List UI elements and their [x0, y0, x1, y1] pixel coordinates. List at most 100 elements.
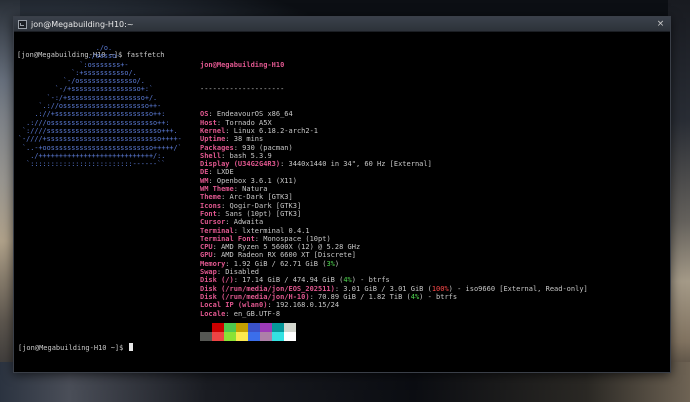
logo-line: `:+sssssssssso/. [18, 68, 137, 77]
info-value: Natura [242, 185, 268, 194]
distro-logo-ascii: ./o. ./sssso- `:osssssss+- `:+ssssssssss… [18, 44, 182, 168]
info-value: en_GB.UTF-8 [233, 309, 281, 318]
usage-percent: 3% [326, 259, 335, 268]
logo-line: ./sssso- [18, 52, 121, 61]
info-separator: -------------------- [200, 85, 285, 94]
prompt-text: [jon@Megabuilding-H10 ~]$ [18, 344, 128, 352]
info-value: 17.14 GiB / 474.94 GiB ( [242, 276, 344, 285]
info-key: Swap [200, 268, 217, 277]
info-row: Kernel: Linux 6.18.2-arch2-1 [200, 126, 319, 135]
close-icon[interactable]: × [655, 19, 666, 30]
prompt[interactable]: [jon@Megabuilding-H10 ~]$ [18, 343, 133, 352]
info-value: 192.168.0.15/24 [275, 301, 340, 310]
color-swatch [260, 332, 272, 341]
info-value: Qogir-Dark [GTK3] [229, 201, 302, 210]
info-value: 38 mins [233, 135, 264, 144]
color-swatch [236, 323, 248, 332]
info-key: Packages [200, 143, 234, 152]
color-swatch [212, 323, 224, 332]
info-row: WM Theme: Natura [200, 185, 268, 194]
info-key: Uptime [200, 135, 226, 144]
info-row: Swap: Disabled [200, 268, 260, 277]
info-key: Shell [200, 151, 222, 160]
color-swatch [272, 332, 284, 341]
logo-line: .://+ssssssssssssssssssssssso++: [18, 110, 166, 119]
logo-line: ./++++++++++++++++++++++++++++/:. [18, 151, 166, 160]
info-row: Cursor: Adwaita [200, 218, 264, 227]
color-swatch [236, 332, 248, 341]
info-row: Disk (/run/media/jon/H-10): 70.89 GiB / … [200, 292, 458, 301]
info-value: bash 5.3.9 [229, 151, 272, 160]
color-swatch [200, 323, 212, 332]
info-value: Adwaita [233, 218, 264, 227]
terminal-window[interactable]: jon@Megabuilding-H10:~ × [jon@Megabuildi… [13, 16, 671, 373]
info-row: Host: Tornado A5X [200, 118, 272, 127]
info-value: Disabled [225, 268, 260, 277]
info-row: Locale: en_GB.UTF-8 [200, 309, 281, 318]
info-row: Terminal Font: Monospace (10pt) [200, 234, 331, 243]
info-value: 3440x1440 in 34", 60 Hz [External] [288, 160, 432, 169]
logo-line: `-/ossssssssssssso/. [18, 77, 145, 86]
logo-line: `-////+ssssssssssssssssssssssssssso++++- [18, 135, 182, 144]
info-key: GPU [200, 251, 213, 260]
color-swatch [224, 332, 236, 341]
info-key: Terminal [200, 226, 234, 235]
info-row: Memory: 1.92 GiB / 62.71 GiB (3%) [200, 259, 340, 268]
info-row: OS: EndeavourOS x86_64 [200, 110, 293, 119]
logo-line: `-:/+sssssssssssssssssso+/. [18, 93, 158, 102]
info-value: AMD Ryzen 5 5600X (12) @ 5.28 GHz [221, 243, 361, 252]
info-value: EndeavourOS x86_64 [216, 110, 293, 119]
logo-line: `:::::::::::::::::::::::::------`` [18, 160, 166, 169]
info-row: CPU: AMD Ryzen 5 5600X (12) @ 5.28 GHz [200, 243, 361, 252]
window-titlebar[interactable]: jon@Megabuilding-H10:~ × [14, 17, 670, 32]
info-value-suffix: ) [334, 259, 340, 268]
info-row: Shell: bash 5.3.9 [200, 151, 272, 160]
info-key: Kernel [200, 126, 226, 135]
info-value: 1.92 GiB / 62.71 GiB ( [233, 259, 327, 268]
info-key: Theme [200, 193, 222, 202]
info-value: 930 (pacman) [242, 143, 293, 152]
info-row: WM: Openbox 3.6.1 (X11) [200, 176, 297, 185]
color-swatch [200, 332, 212, 341]
info-key: Memory [200, 259, 226, 268]
logo-line: ./o. [18, 44, 113, 52]
color-palette [200, 323, 296, 341]
color-swatch [260, 323, 272, 332]
info-value: Tornado A5X [225, 118, 272, 127]
color-swatch [284, 323, 296, 332]
info-row: Disk (/run/media/jon/EOS_202511): 3.01 G… [200, 284, 588, 293]
info-key: Host [200, 118, 217, 127]
color-swatch [212, 332, 224, 341]
text-cursor [128, 343, 133, 351]
info-key: Display (U34G2G4R3) [200, 160, 281, 169]
info-value: AMD Radeon RX 6600 XT [Discrete] [221, 251, 356, 260]
info-row: Icons: Qogir-Dark [GTK3] [200, 201, 302, 210]
info-row: Display (U34G2G4R3): 3440x1440 in 34", 6… [200, 160, 432, 169]
info-value-suffix: ) - btrfs [351, 276, 390, 285]
usage-percent: 100% [431, 284, 449, 293]
info-key: Locale [200, 309, 226, 318]
info-value-suffix: ) - iso9660 [External, Read-only] [448, 284, 588, 293]
info-key: Font [200, 209, 217, 218]
terminal-icon [18, 19, 27, 29]
info-row: GPU: AMD Radeon RX 6600 XT [Discrete] [200, 251, 356, 260]
window-title: jon@Megabuilding-H10:~ [31, 19, 134, 29]
info-value-suffix: ) - btrfs [419, 292, 458, 301]
info-key: Icons [200, 201, 222, 210]
usage-percent: 4% [410, 292, 420, 301]
usage-percent: 4% [343, 276, 352, 285]
info-key: WM Theme [200, 185, 234, 194]
info-key: Local IP (wlan0) [200, 301, 268, 310]
info-key: Disk (/) [200, 276, 234, 285]
user-host: jon@Megabuilding-H10 [200, 60, 285, 69]
info-value: Openbox 3.6.1 (X11) [216, 176, 297, 185]
color-swatch [248, 332, 260, 341]
info-row: Uptime: 38 mins [200, 135, 264, 144]
info-key: Cursor [200, 218, 226, 227]
logo-line: `:osssssss+- [18, 60, 129, 69]
logo-line: `.://osssssssssssssssssssso++- [18, 102, 162, 111]
palette-row-normal [200, 323, 296, 332]
system-info: jon@Megabuilding-H10 -------------------… [200, 44, 588, 318]
info-value: Sans (10pt) [GTK3] [225, 209, 302, 218]
info-key: Disk (/run/media/jon/H-10) [200, 292, 310, 301]
